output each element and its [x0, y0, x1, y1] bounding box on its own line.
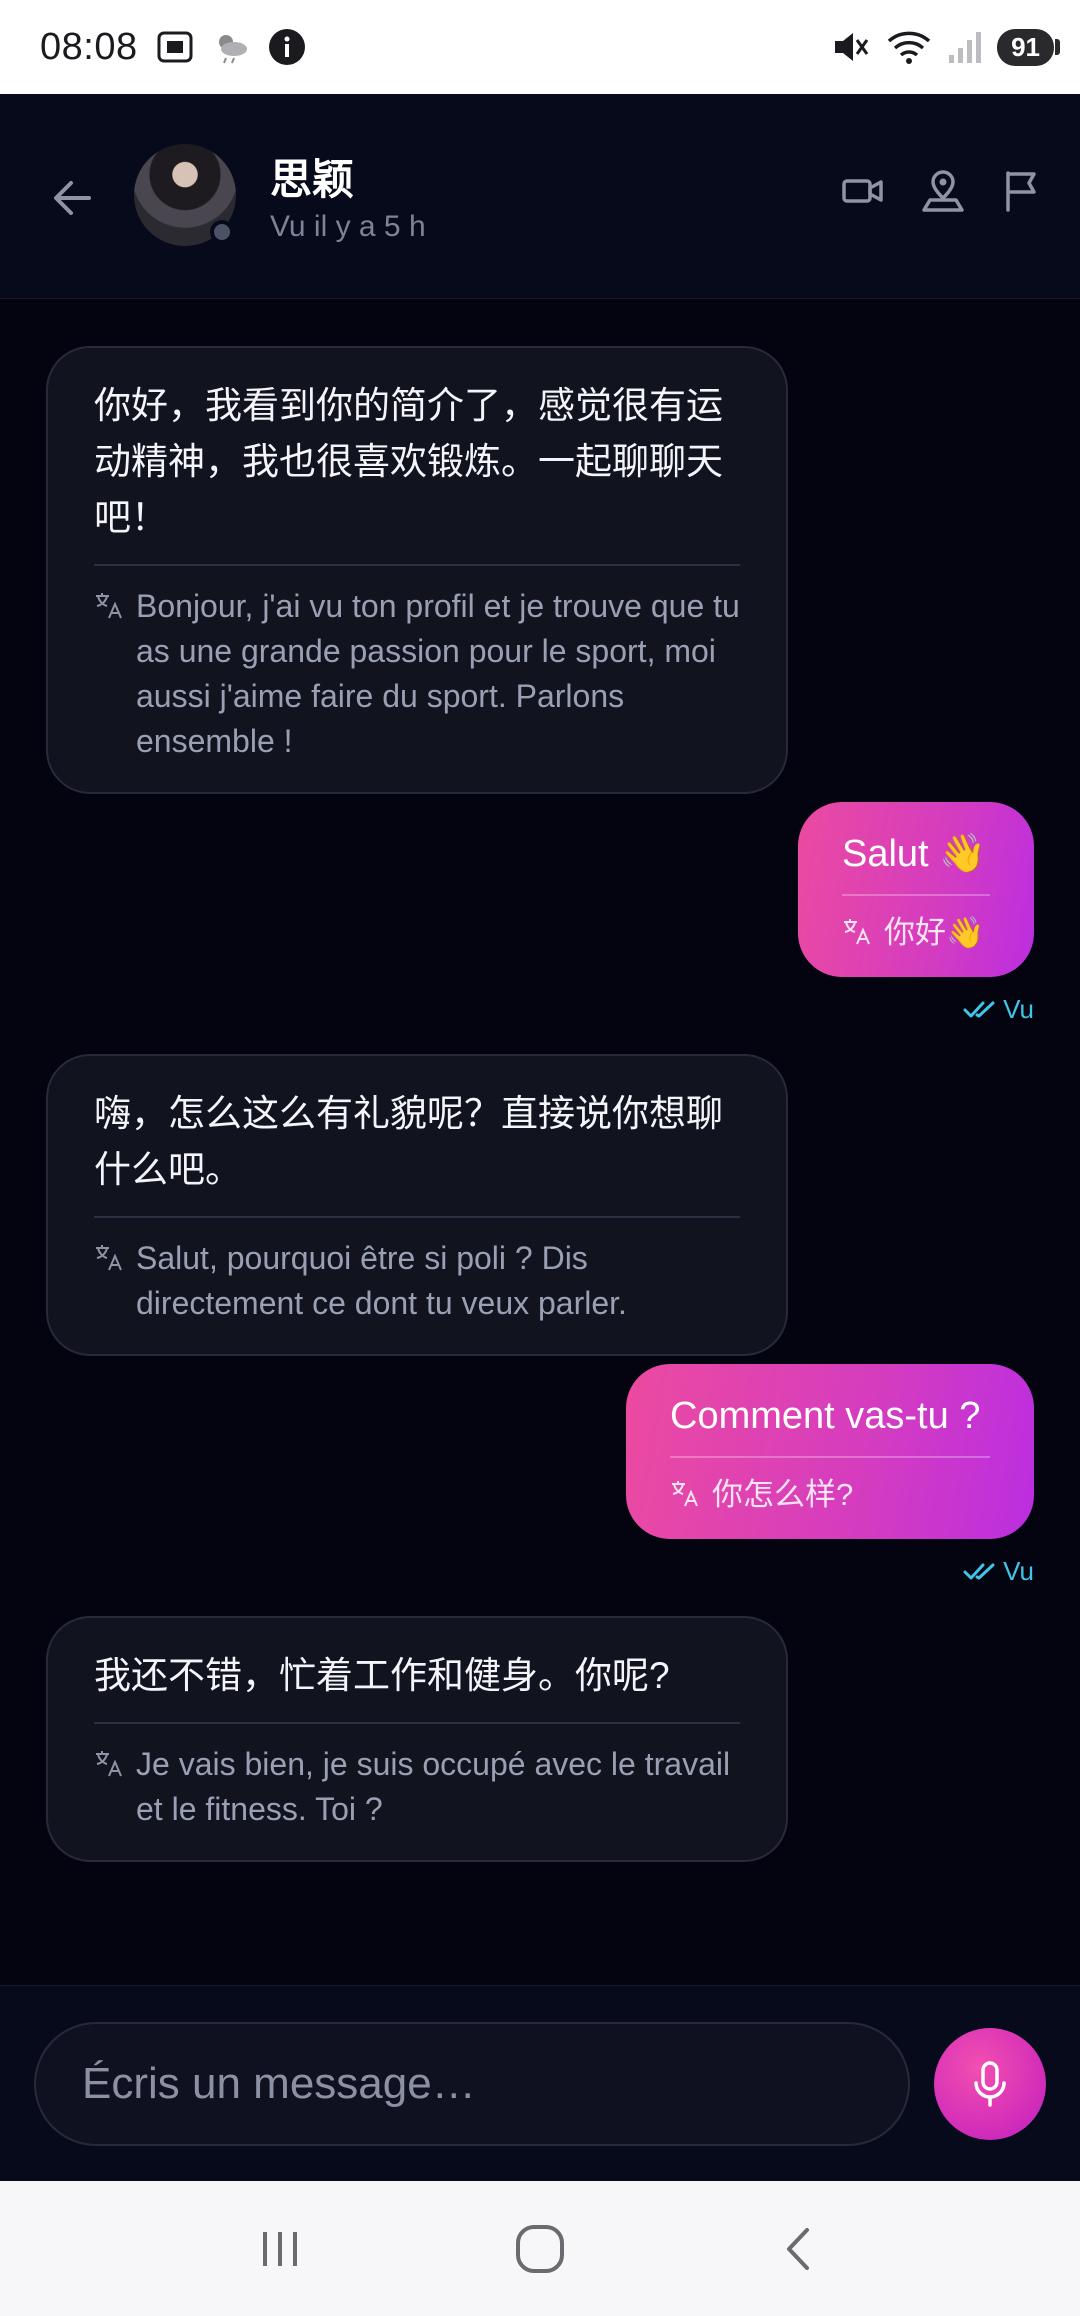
incoming-message[interactable]: 嗨，怎么这么有礼貌呢？直接说你想聊什么吧。 Salut, pourquoi êt… — [46, 1054, 788, 1356]
signal-icon — [947, 29, 983, 65]
back-arrow-icon — [54, 181, 91, 215]
translation-divider — [842, 894, 990, 896]
message-text: 我还不错，忙着工作和健身。你呢? — [94, 1655, 670, 1696]
status-bar: 08:08 91 — [0, 0, 1080, 94]
mute-icon — [831, 29, 871, 65]
translation-text: 你怎么样? — [712, 1477, 854, 1512]
weather-icon — [212, 30, 250, 64]
translation-text: 你好👋 — [884, 915, 985, 950]
recent-apps-button[interactable] — [235, 2204, 325, 2294]
translation-divider — [94, 1722, 740, 1724]
message-input[interactable]: Écris un message… — [34, 2022, 910, 2146]
message-text: 嗨，怎么这么有礼貌呢？直接说你想聊什么吧。 — [94, 1093, 723, 1190]
chat-header: 思颖 Vu il y a 5 h — [0, 94, 1080, 299]
translate-icon — [94, 1742, 124, 1832]
translate-icon — [94, 1236, 124, 1326]
double-check-icon — [963, 1001, 995, 1017]
status-time: 08:08 — [40, 25, 138, 68]
translation-divider — [670, 1456, 990, 1458]
info-icon — [268, 28, 306, 66]
back-button[interactable] — [44, 170, 100, 226]
read-receipt-label: Vu — [1003, 994, 1034, 1024]
video-call-icon — [842, 179, 883, 203]
read-receipt: Vu — [963, 1556, 1034, 1587]
message-text: Comment vas-tu ? — [670, 1395, 981, 1437]
double-check-icon — [963, 1563, 995, 1579]
outgoing-message[interactable]: Comment vas-tu ? 你怎么样? — [626, 1364, 1034, 1539]
home-icon — [516, 2224, 564, 2273]
voice-record-button[interactable] — [934, 2028, 1046, 2140]
translation-text: Je vais bien, je suis occupé avec le tra… — [136, 1746, 731, 1827]
location-button[interactable] — [920, 168, 966, 214]
translate-icon — [94, 584, 124, 764]
translation-text: Bonjour, j'ai vu ton profil et je trouve… — [136, 588, 740, 759]
system-navigation-bar — [0, 2181, 1080, 2316]
microphone-icon — [974, 2061, 1006, 2107]
translate-icon — [842, 910, 872, 955]
message-composer: Écris un message… — [0, 1985, 1080, 2181]
chevron-left-icon — [787, 2227, 809, 2270]
avatar[interactable] — [134, 144, 236, 246]
battery-icon: 91 — [997, 28, 1060, 66]
screenshot-icon — [156, 30, 194, 64]
translate-icon — [670, 1472, 700, 1517]
read-receipt-label: Vu — [1003, 1556, 1034, 1586]
report-flag-icon — [1006, 171, 1036, 212]
report-button[interactable] — [1000, 168, 1046, 214]
translation-divider — [94, 1216, 740, 1218]
presence-indicator — [210, 220, 234, 244]
wifi-icon — [885, 29, 933, 65]
recent-apps-icon — [263, 2231, 297, 2266]
contact-name[interactable]: 思颖 — [270, 146, 354, 207]
location-icon — [922, 170, 964, 212]
incoming-message[interactable]: 你好，我看到你的简介了，感觉很有运动精神，我也很喜欢锻炼。一起聊聊天吧！ Bon… — [46, 346, 788, 794]
last-seen-status: Vu il y a 5 h — [270, 210, 426, 243]
message-text: 你好，我看到你的简介了，感觉很有运动精神，我也很喜欢锻炼。一起聊聊天吧！ — [94, 385, 723, 538]
home-button[interactable] — [495, 2204, 585, 2294]
outgoing-message[interactable]: Salut 👋 你好👋 — [798, 802, 1034, 977]
read-receipt: Vu — [963, 994, 1034, 1025]
system-back-button[interactable] — [755, 2204, 845, 2294]
message-text: Salut 👋 — [842, 833, 987, 875]
translation-divider — [94, 564, 740, 566]
incoming-message[interactable]: 我还不错，忙着工作和健身。你呢? Je vais bien, je suis o… — [46, 1616, 788, 1862]
translation-text: Salut, pourquoi être si poli ? Dis direc… — [136, 1240, 627, 1321]
video-call-button[interactable] — [840, 168, 886, 214]
